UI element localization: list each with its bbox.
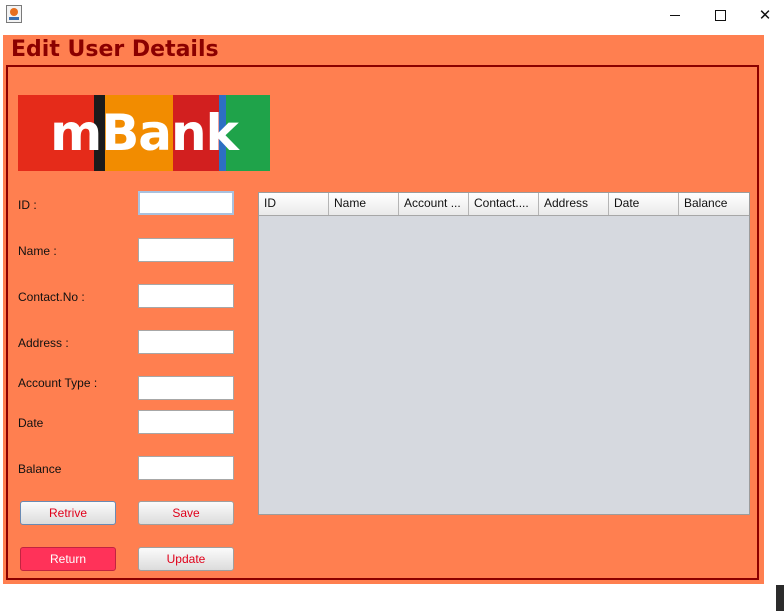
minimize-icon — [670, 14, 680, 16]
col-balance-header[interactable]: Balance — [679, 193, 749, 215]
col-name-header[interactable]: Name — [329, 193, 399, 215]
form-panel: mBank ID : Name : Contact.No : Address :… — [6, 65, 759, 580]
java-app-icon — [6, 5, 22, 23]
close-button[interactable]: ✕ — [742, 0, 784, 30]
contact-field[interactable] — [138, 284, 234, 308]
background-window-edge — [776, 585, 784, 611]
col-contact-header[interactable]: Contact.... — [469, 193, 539, 215]
maximize-icon — [714, 9, 726, 21]
page-title: Edit User Details — [11, 37, 219, 62]
col-address-header[interactable]: Address — [539, 193, 609, 215]
contact-label: Contact.No : — [18, 290, 85, 304]
maximize-button[interactable] — [697, 0, 743, 30]
edit-user-frame: Edit User Details mBank ID : Name : Cont… — [3, 35, 764, 584]
account-type-label: Account Type : — [18, 376, 98, 390]
date-label: Date — [18, 416, 44, 430]
id-label: ID : — [18, 198, 37, 212]
date-field[interactable] — [138, 410, 234, 434]
balance-field[interactable] — [138, 456, 234, 480]
save-button[interactable]: Save — [138, 501, 234, 525]
logo-text: mBank — [50, 104, 239, 162]
window-title-bar: ✕ — [0, 0, 784, 30]
retrive-button[interactable]: Retrive — [20, 501, 116, 525]
close-icon: ✕ — [758, 6, 772, 24]
return-button[interactable]: Return — [20, 547, 116, 571]
name-label: Name : — [18, 244, 57, 258]
mbank-logo: mBank — [18, 95, 270, 171]
update-button[interactable]: Update — [138, 547, 234, 571]
user-table[interactable]: ID Name Account ... Contact.... Address … — [258, 192, 750, 515]
address-field[interactable] — [138, 330, 234, 354]
col-id-header[interactable]: ID — [259, 193, 329, 215]
col-account-header[interactable]: Account ... — [399, 193, 469, 215]
address-label: Address : — [18, 336, 69, 350]
balance-label: Balance — [18, 462, 62, 476]
name-field[interactable] — [138, 238, 234, 262]
id-field[interactable] — [138, 191, 234, 215]
account-type-field[interactable] — [138, 376, 234, 400]
table-header: ID Name Account ... Contact.... Address … — [259, 193, 749, 216]
minimize-button[interactable] — [652, 0, 698, 30]
col-date-header[interactable]: Date — [609, 193, 679, 215]
